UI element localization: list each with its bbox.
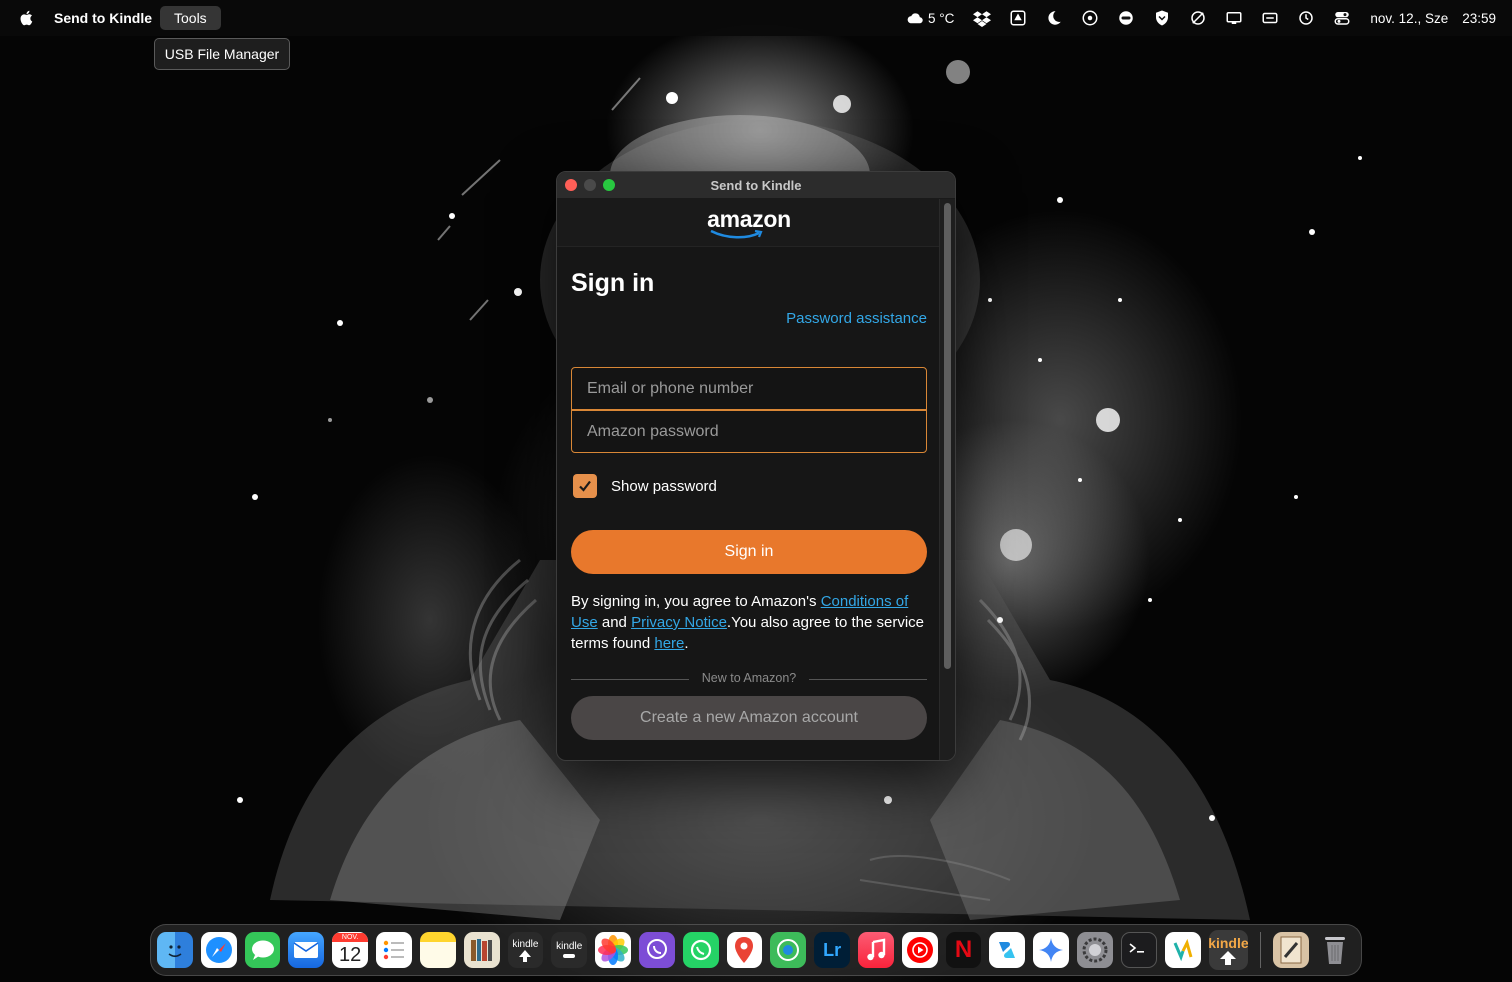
display-icon[interactable] bbox=[1216, 0, 1252, 36]
traffic-lights bbox=[565, 179, 615, 191]
tools-dropdown: USB File Manager bbox=[154, 38, 290, 70]
weather-widget[interactable]: 5 °C bbox=[906, 11, 954, 26]
kindle-uploader-icon[interactable]: kindle bbox=[507, 932, 544, 968]
legal-text-part: . bbox=[684, 635, 689, 652]
password-assistance-link[interactable]: Password assistance bbox=[786, 310, 927, 327]
amazon-smile-icon bbox=[710, 229, 763, 239]
viber-icon[interactable] bbox=[638, 932, 675, 968]
send-to-kindle-icon[interactable]: kindle bbox=[1208, 930, 1249, 970]
gamepad-icon[interactable] bbox=[1108, 0, 1144, 36]
netflix-icon[interactable]: N bbox=[945, 932, 982, 968]
minimize-window-button[interactable] bbox=[584, 179, 596, 191]
photos-icon[interactable] bbox=[595, 932, 631, 968]
terminal-icon[interactable] bbox=[1120, 932, 1157, 968]
menu-tools[interactable]: Tools bbox=[160, 6, 221, 30]
close-window-button[interactable] bbox=[565, 179, 577, 191]
zoom-window-button[interactable] bbox=[603, 179, 615, 191]
vpn-shield-icon[interactable] bbox=[1144, 0, 1180, 36]
kindle-usb-icon[interactable]: kindle bbox=[551, 932, 588, 968]
menu-time[interactable]: 23:59 bbox=[1462, 11, 1496, 26]
menu-item-usb-file-manager[interactable]: USB File Manager bbox=[165, 46, 279, 62]
time-machine-icon[interactable] bbox=[1288, 0, 1324, 36]
trash-icon[interactable] bbox=[1317, 932, 1353, 968]
status-area: 5 °C nov. 12., Sze 23:59 bbox=[906, 0, 1496, 36]
amazon-header: amazon bbox=[557, 199, 941, 247]
new-to-amazon-divider: New to Amazon? bbox=[571, 671, 927, 687]
dock: NOV. 12 kindle kindle Lr N kindle bbox=[150, 924, 1362, 976]
messages-icon[interactable] bbox=[244, 932, 281, 968]
service-terms-link[interactable]: here bbox=[654, 635, 684, 652]
scrollbar-thumb[interactable] bbox=[944, 203, 951, 669]
password-field[interactable] bbox=[571, 410, 927, 453]
page-title: Sign in bbox=[571, 269, 655, 297]
email-field[interactable] bbox=[571, 367, 927, 410]
window-scrollbar[interactable] bbox=[939, 199, 955, 760]
show-password-checkbox[interactable] bbox=[573, 474, 597, 498]
moon-icon[interactable] bbox=[1036, 0, 1072, 36]
mail-icon[interactable] bbox=[288, 932, 325, 968]
amazon-logo: amazon bbox=[707, 206, 791, 239]
system-settings-icon[interactable] bbox=[1077, 932, 1113, 968]
find-my-icon[interactable] bbox=[770, 932, 807, 968]
create-account-button[interactable]: Create a new Amazon account bbox=[571, 696, 927, 740]
menu-date[interactable]: nov. 12., Sze bbox=[1370, 11, 1448, 26]
calendar-month: NOV. bbox=[332, 932, 369, 942]
preview-icon[interactable] bbox=[1273, 932, 1310, 968]
kindle-usb-label: kindle bbox=[556, 940, 583, 952]
safari-icon[interactable] bbox=[200, 932, 237, 968]
dropbox-icon[interactable] bbox=[964, 0, 1000, 36]
copilot-icon[interactable] bbox=[989, 932, 1026, 968]
control-center-icon[interactable] bbox=[1324, 0, 1360, 36]
vidmore-icon[interactable] bbox=[1164, 932, 1201, 968]
google-maps-icon[interactable] bbox=[726, 932, 763, 968]
books-icon[interactable] bbox=[463, 932, 500, 968]
reminders-icon[interactable] bbox=[376, 932, 412, 968]
weather-temp: 5 °C bbox=[927, 10, 955, 26]
menu-app-name[interactable]: Send to Kindle bbox=[54, 10, 152, 26]
window-titlebar[interactable]: Send to Kindle bbox=[557, 172, 955, 199]
legal-text: By signing in, you agree to Amazon's Con… bbox=[571, 591, 931, 654]
window-title: Send to Kindle bbox=[710, 178, 802, 193]
send-to-kindle-window: Send to Kindle amazon Sign in Password a… bbox=[556, 171, 956, 761]
divider-text: New to Amazon? bbox=[701, 671, 797, 685]
legal-text-part: and bbox=[597, 614, 632, 631]
notes-icon[interactable] bbox=[419, 932, 456, 968]
kindle-uploader-label: kindle bbox=[512, 938, 539, 950]
signin-page: amazon Sign in Password assistance Show … bbox=[557, 199, 941, 760]
legal-text-part: By signing in, you agree to Amazon's bbox=[571, 593, 821, 610]
show-password-row[interactable]: Show password bbox=[573, 474, 717, 498]
keyboard-input-icon[interactable] bbox=[1252, 0, 1288, 36]
gemini-icon[interactable] bbox=[1033, 932, 1070, 968]
calendar-icon[interactable]: NOV. 12 bbox=[332, 932, 369, 968]
dock-separator bbox=[1260, 932, 1262, 968]
music-icon[interactable] bbox=[858, 932, 894, 968]
menu-bar: Send to Kindle Tools 5 °C nov. 12., Sze … bbox=[0, 0, 1512, 36]
apple-menu-icon[interactable] bbox=[18, 9, 36, 27]
sign-in-button[interactable]: Sign in bbox=[571, 530, 927, 574]
google-drive-icon[interactable] bbox=[1000, 0, 1036, 36]
divider-line bbox=[809, 679, 927, 680]
no-sync-icon[interactable] bbox=[1180, 0, 1216, 36]
whatsapp-icon[interactable] bbox=[682, 932, 719, 968]
cloud-icon bbox=[907, 13, 923, 24]
finder-icon[interactable] bbox=[157, 932, 193, 968]
calendar-day: 12 bbox=[339, 943, 362, 966]
show-password-label: Show password bbox=[611, 477, 717, 495]
privacy-notice-link[interactable]: Privacy Notice bbox=[631, 614, 727, 631]
checkmark-icon bbox=[579, 480, 591, 492]
lightroom-icon[interactable]: Lr bbox=[814, 932, 850, 968]
send-to-kindle-label: kindle bbox=[1208, 935, 1249, 951]
youtube-music-icon[interactable] bbox=[901, 932, 938, 968]
viber-status-icon[interactable] bbox=[1072, 0, 1108, 36]
